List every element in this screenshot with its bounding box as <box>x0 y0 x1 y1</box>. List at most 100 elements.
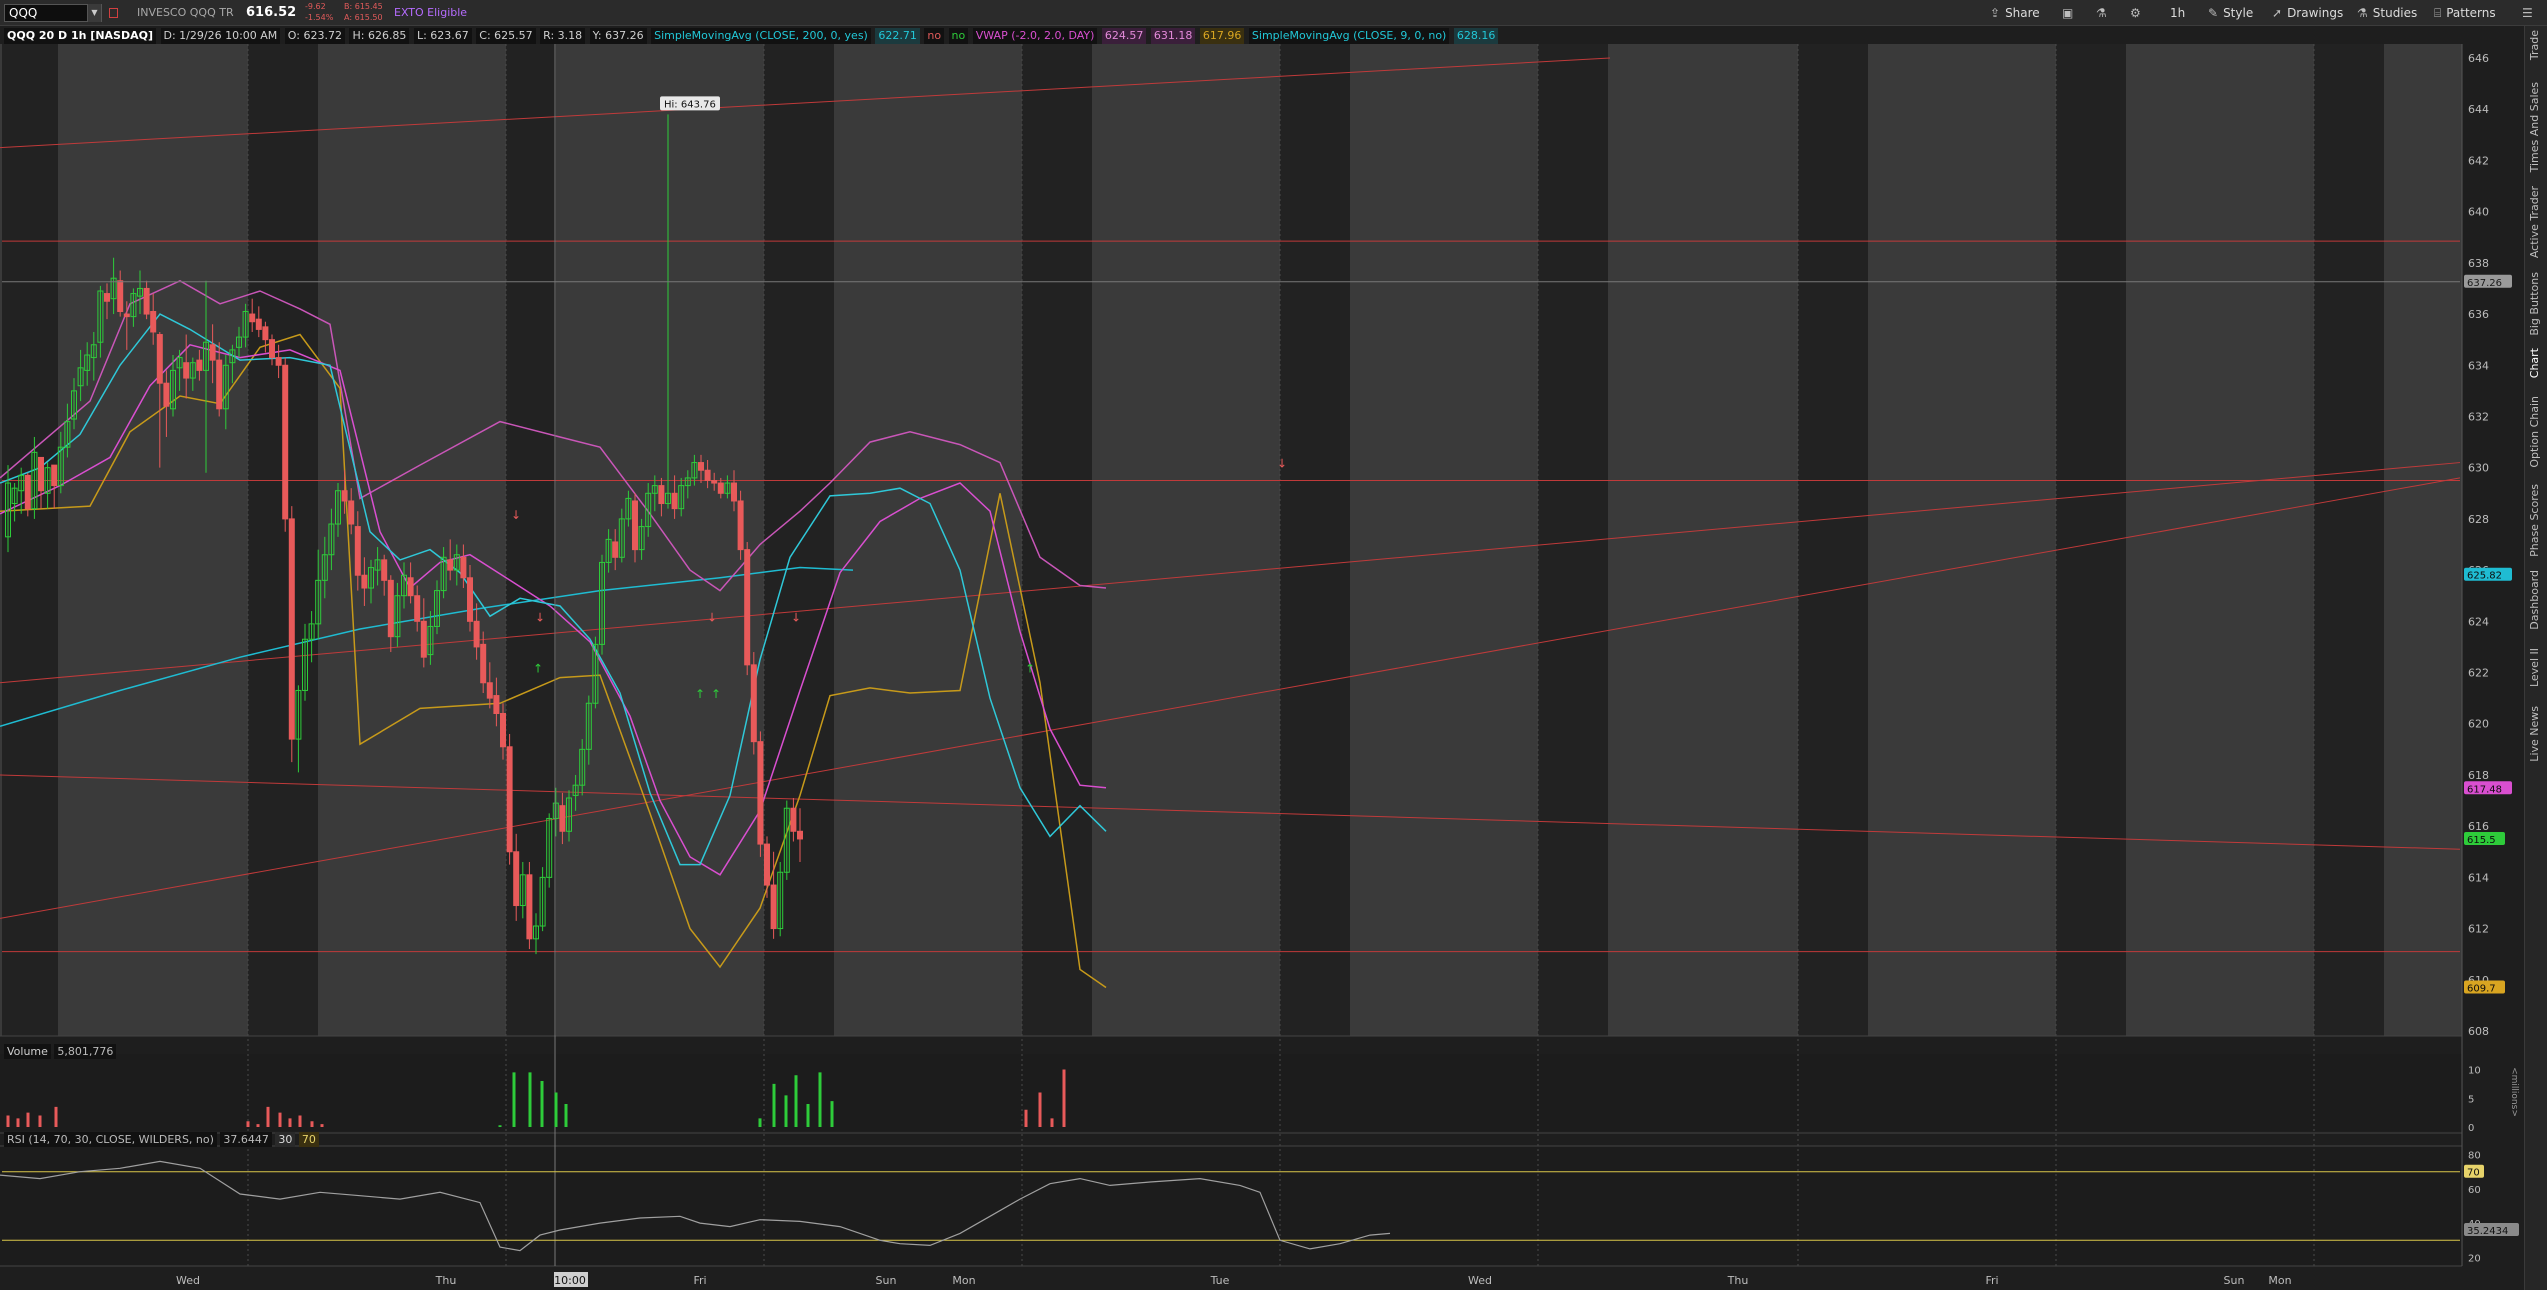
style-button[interactable]: ✎ Style <box>2208 4 2253 22</box>
volume-bar <box>266 1106 270 1127</box>
tab-trade[interactable]: Trade <box>2528 30 2541 60</box>
rsi-panel-bg <box>0 1146 2462 1266</box>
timeframe-button[interactable]: 1h <box>2170 4 2185 22</box>
candle-body <box>117 280 124 312</box>
candle-body <box>757 741 764 845</box>
volume-bar <box>794 1075 798 1127</box>
patterns-button[interactable]: ⌸ Patterns <box>2434 4 2496 22</box>
candle-body <box>150 310 157 333</box>
rsi-label[interactable]: RSI (14, 70, 30, CLOSE, WILDERS, no) <box>4 1132 217 1147</box>
candle-body <box>143 287 150 315</box>
vwap-label[interactable]: VWAP (-2.0, 2.0, DAY) <box>972 28 1098 44</box>
ext-eligible-badge: EXTO Eligible <box>394 6 468 19</box>
volume-bar <box>310 1121 314 1127</box>
bar-low: L: 623.67 <box>413 28 472 44</box>
chart-id: QQQ 20 D 1h [NASDAQ] <box>4 28 156 44</box>
time-tick-label: Fri <box>1985 1274 1998 1287</box>
price-tick-label: 632 <box>2468 410 2489 423</box>
high-label: Hi: 643.76 <box>664 99 716 110</box>
sell-signal-arrow-icon: ↓ <box>707 610 717 624</box>
candle-body <box>196 359 203 371</box>
price-tick-label: 642 <box>2468 154 2489 167</box>
volume-panel-bg <box>0 1054 2462 1131</box>
volume-bar <box>784 1095 788 1127</box>
time-tick-label: Thu <box>435 1274 457 1287</box>
more-menu-icon[interactable]: ☰ <box>2522 4 2533 22</box>
candle-body <box>255 318 262 330</box>
volume-legend: Volume 5,801,776 <box>4 1044 117 1059</box>
sma9-label[interactable]: SimpleMovingAvg (CLOSE, 9, 0, no) <box>1248 28 1450 44</box>
chart-canvas[interactable]: ↓ ↓ ↓ ↓ ↓ ↑ ↑ ↑ ↑ 646 644 642 640 638 636 634 632 630 628… <box>0 26 2524 1290</box>
high-callout: Hi: 643.76 <box>660 96 720 111</box>
tab-level-ii[interactable]: Level II <box>2528 648 2541 687</box>
price-tick-label: 620 <box>2468 718 2489 731</box>
drawings-button[interactable]: ➚ Drawings <box>2272 4 2343 22</box>
tab-big-buttons[interactable]: Big Buttons <box>2528 272 2541 336</box>
time-tick-label: Wed <box>1468 1274 1492 1287</box>
candle-body <box>698 462 704 471</box>
candle-body <box>473 620 480 648</box>
tab-active-trader[interactable]: Active Trader <box>2528 186 2541 258</box>
bar-date: D: 1/29/26 10:00 AM <box>160 28 281 44</box>
rsi-value: 37.6447 <box>220 1132 272 1147</box>
price-tick-label: 624 <box>2468 615 2489 628</box>
candle-body <box>262 326 269 341</box>
studies-button[interactable]: ⚗ Studies <box>2357 4 2417 22</box>
tab-times-and-sales[interactable]: Times And Sales <box>2528 82 2541 172</box>
volume-bar <box>298 1115 302 1127</box>
symbol-description: INVESCO QQQ TR <box>137 6 234 19</box>
sma200-label[interactable]: SimpleMovingAvg (CLOSE, 200, 0, yes) <box>651 28 871 44</box>
snapshot-button[interactable]: ▣ <box>2062 4 2078 22</box>
candle-body <box>447 559 454 571</box>
candle-body <box>493 695 500 714</box>
candle-body <box>275 357 282 366</box>
tab-option-chain[interactable]: Option Chain <box>2528 396 2541 468</box>
time-tick-label: Sun <box>2224 1274 2245 1287</box>
timeframe-label: 1h <box>2170 6 2186 20</box>
tab-dashboard[interactable]: Dashboard <box>2528 570 2541 630</box>
volume-tick-label: 10 <box>2468 1066 2481 1077</box>
candle-body <box>249 313 256 323</box>
candle-body <box>480 643 487 684</box>
settings-button[interactable]: ⚙ <box>2130 4 2146 22</box>
volume-label[interactable]: Volume <box>4 1044 51 1059</box>
candle-body <box>717 482 724 494</box>
volume-bar <box>26 1112 30 1127</box>
sell-signal-arrow-icon: ↓ <box>535 610 545 624</box>
link-icon[interactable] <box>109 8 118 18</box>
camera-icon: ▣ <box>2062 6 2074 20</box>
rsi-legend: RSI (14, 70, 30, CLOSE, WILDERS, no) 37.… <box>4 1132 319 1147</box>
time-tick-label: Mon <box>952 1274 975 1287</box>
candle-body <box>156 334 163 384</box>
tab-phase-scores[interactable]: Phase Scores <box>2528 484 2541 557</box>
tab-live-news[interactable]: Live News <box>2528 706 2541 762</box>
candle-body <box>269 339 275 359</box>
price-tick-label: 630 <box>2468 462 2489 475</box>
share-button[interactable]: ⇪ Share <box>1990 4 2040 22</box>
flask-button[interactable]: ⚗ <box>2096 4 2112 22</box>
volume-bar <box>540 1081 544 1127</box>
volume-bar <box>16 1118 20 1127</box>
tab-chart[interactable]: Chart <box>2528 348 2541 378</box>
volume-bar <box>758 1118 762 1127</box>
candle-body <box>500 712 506 748</box>
crosshair-time-label: 10:00 <box>554 1274 586 1287</box>
buy-signal-arrow-icon: ↑ <box>711 687 721 701</box>
candle-body <box>612 541 619 558</box>
candle-body <box>381 559 388 581</box>
flask-icon: ⚗ <box>2096 6 2107 20</box>
symbol-dropdown-icon[interactable]: ▼ <box>87 4 101 22</box>
volume-bar <box>554 1092 558 1127</box>
volume-tick-label: 0 <box>2468 1123 2474 1134</box>
chart-info-bar: QQQ 20 D 1h [NASDAQ] D: 1/29/26 10:00 AM… <box>4 28 1499 44</box>
volume-bar <box>1038 1092 1042 1127</box>
drawings-label: Drawings <box>2287 6 2344 20</box>
gear-icon: ⚙ <box>2130 6 2141 20</box>
candle-body <box>467 577 473 622</box>
patterns-icon: ⌸ <box>2434 6 2442 20</box>
candle-body <box>163 382 170 407</box>
last-price: 616.52 <box>246 5 297 20</box>
studies-icon: ⚗ <box>2357 6 2368 20</box>
style-icon: ✎ <box>2208 6 2219 20</box>
candle-body <box>282 364 289 520</box>
